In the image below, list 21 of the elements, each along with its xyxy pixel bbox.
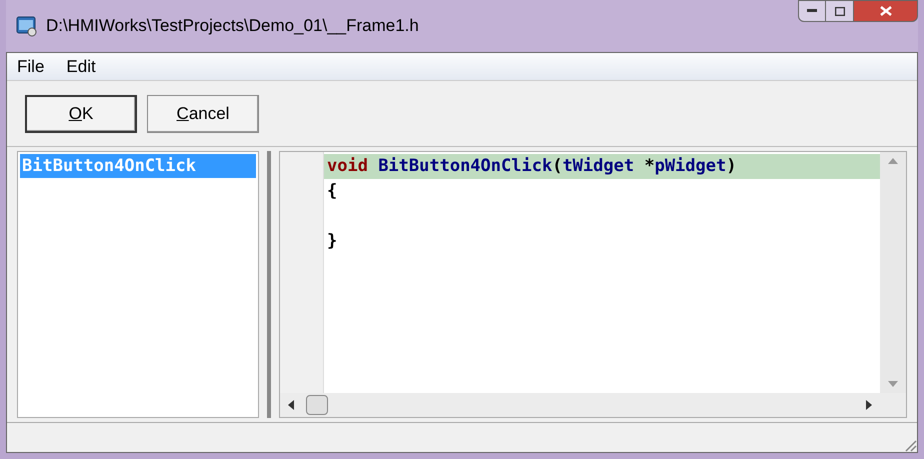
- window-title: D:\HMIWorks\TestProjects\Demo_01\__Frame1.h: [46, 15, 419, 38]
- minimize-icon: [807, 9, 817, 13]
- code-line: {: [326, 180, 338, 203]
- minimize-button[interactable]: [798, 0, 826, 22]
- dialog-button[interactable]: OK: [25, 94, 137, 132]
- scroll-thumb[interactable]: [306, 395, 328, 415]
- maximize-button[interactable]: [826, 0, 854, 22]
- vertical-scrollbar[interactable]: [880, 152, 906, 393]
- menu-item[interactable]: File: [17, 54, 44, 80]
- scroll-up-icon: [888, 158, 898, 164]
- close-button[interactable]: [854, 0, 918, 22]
- resize-grip-icon: [903, 438, 917, 452]
- maximize-icon: [834, 6, 844, 16]
- close-icon: [880, 6, 892, 16]
- scroll-right-icon: [866, 400, 872, 410]
- menu-item[interactable]: Edit: [66, 54, 96, 80]
- code-line: }: [326, 230, 338, 253]
- scroll-left-icon: [288, 400, 294, 410]
- scroll-down-icon: [888, 381, 898, 387]
- dialog-button[interactable]: Cancel: [147, 94, 259, 132]
- app-window-icon: [16, 15, 38, 37]
